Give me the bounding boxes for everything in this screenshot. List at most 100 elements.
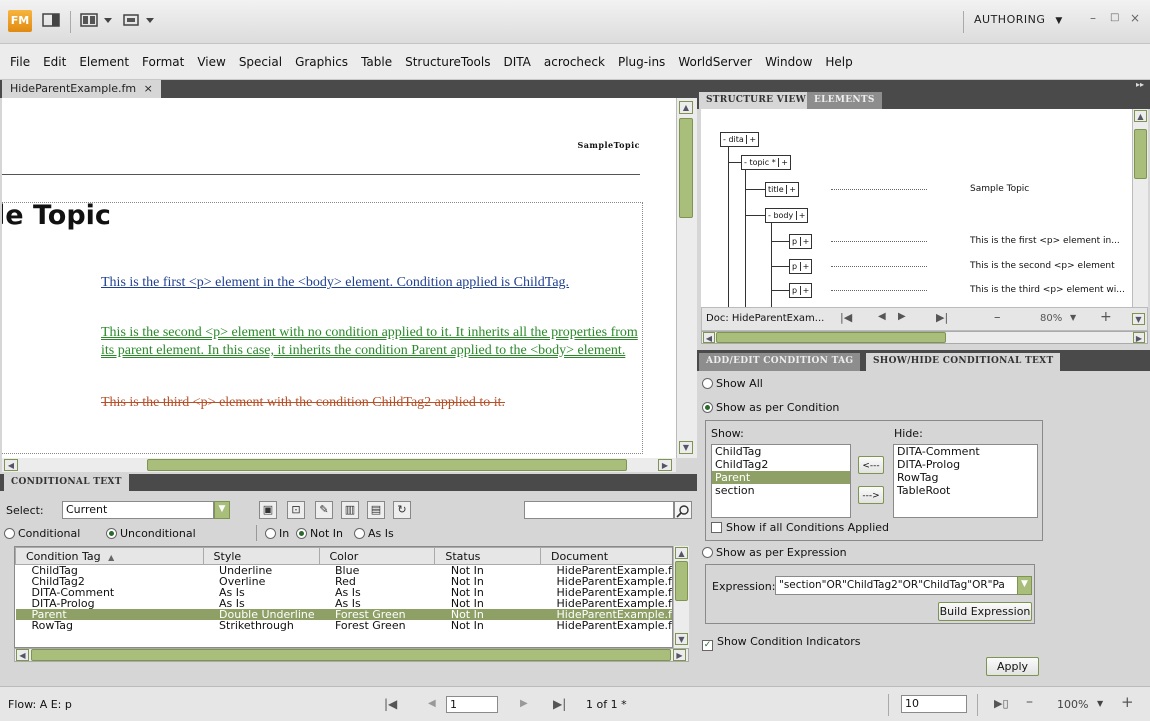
menu-window[interactable]: Window [765, 55, 812, 69]
apply-button[interactable]: Apply [986, 657, 1039, 676]
first-page-icon[interactable]: |◀ [840, 311, 852, 324]
close-icon[interactable]: × [144, 82, 153, 95]
tree-node-p[interactable]: p + [789, 283, 813, 298]
scrollbar-thumb[interactable] [716, 332, 946, 343]
last-page-icon[interactable]: ▶| [553, 697, 566, 711]
radio-in[interactable]: In [265, 527, 289, 540]
menu-element[interactable]: Element [79, 55, 129, 69]
scrollbar-thumb[interactable] [1134, 129, 1147, 179]
list-item[interactable]: ChildTag2 [712, 458, 850, 471]
list-item[interactable]: ChildTag [712, 445, 850, 458]
next-icon[interactable]: ▶ [898, 311, 906, 322]
close-button[interactable]: × [1130, 11, 1140, 25]
column-header[interactable]: Status [434, 547, 542, 565]
document-tab[interactable]: HideParentExample.fm × [2, 80, 161, 98]
tree-node-topic[interactable]: - topic * + [741, 155, 791, 170]
last-page-icon[interactable]: ▶| [936, 311, 948, 324]
table-row[interactable]: ChildTag Underline Blue Not In HideParentExa… [16, 565, 673, 577]
radio-show-per-condition[interactable]: Show as per Condition [702, 401, 839, 414]
collapse-panel-icon[interactable]: ▸▸ [1136, 80, 1144, 89]
tree-node-dita[interactable]: - dita + [720, 132, 760, 147]
radio-as-is[interactable]: As Is [354, 527, 394, 540]
scroll-right-icon[interactable]: ▶ [673, 649, 686, 661]
minimize-button[interactable]: – [1090, 11, 1096, 25]
edit-pencil-icon[interactable]: ✎ [315, 501, 333, 519]
structure-tree[interactable]: - dita + - topic * + title + - body + p … [701, 109, 1132, 307]
paragraph-1[interactable]: This is the first <p> element in the <bo… [101, 274, 621, 292]
scroll-down-icon[interactable]: ▼ [675, 633, 688, 645]
zoom-value[interactable]: 100% [1057, 698, 1088, 711]
radio-unconditional[interactable]: Unconditional [106, 527, 196, 540]
scrollbar-thumb[interactable] [147, 459, 627, 471]
list-item[interactable]: DITA-Prolog [894, 458, 1037, 471]
list-item[interactable]: TableRoot [894, 484, 1037, 497]
document-canvas[interactable]: SampleTopic le Topic This is the first <… [2, 98, 676, 458]
remove-condition-icon[interactable]: ⊡ [287, 501, 305, 519]
list-item-selected[interactable]: Parent [712, 471, 850, 484]
zoom-out-icon[interactable]: – [1026, 694, 1033, 710]
status-field[interactable]: 10 [901, 695, 967, 713]
workspace-switcher[interactable]: AUTHORING ▼ [974, 13, 1063, 26]
scroll-right-icon[interactable]: ▶ [658, 459, 672, 471]
scroll-left-icon[interactable]: ◀ [4, 459, 18, 471]
table-row[interactable]: DITA-Prolog As Is As Is Not In HideParentExa… [16, 598, 673, 609]
scroll-left-icon[interactable]: ◀ [703, 332, 715, 343]
build-expression-button[interactable]: Build Expression [938, 602, 1032, 621]
menu-plugins[interactable]: Plug-ins [618, 55, 665, 69]
search-input[interactable] [524, 501, 674, 519]
scroll-right-icon[interactable]: ▶ [1133, 332, 1145, 343]
menu-structuretools[interactable]: StructureTools [405, 55, 490, 69]
move-to-show-button[interactable]: <--- [858, 456, 884, 474]
tab-structure-view[interactable]: STRUCTURE VIEW [699, 92, 814, 109]
scroll-up-icon[interactable]: ▲ [1134, 110, 1147, 122]
page-number-field[interactable]: 1 [446, 696, 498, 713]
move-to-hide-button[interactable]: ---> [858, 486, 884, 504]
document-horizontal-scrollbar[interactable]: ◀ ▶ [2, 458, 676, 472]
show-list[interactable]: ChildTag ChildTag2 Parent section [711, 444, 851, 518]
tree-node-p[interactable]: p + [789, 234, 813, 249]
fit-page-icon[interactable]: ▶▯ [994, 697, 1009, 710]
scroll-down-icon[interactable]: ▼ [679, 441, 693, 454]
tree-node-body[interactable]: - body + [765, 208, 809, 223]
radio-conditional[interactable]: Conditional [4, 527, 80, 540]
search-icon[interactable] [674, 501, 692, 519]
scroll-down-icon[interactable]: ▼ [1132, 313, 1145, 325]
view-layout-icon[interactable] [80, 12, 114, 30]
menu-acrocheck[interactable]: acrocheck [544, 55, 605, 69]
chevron-down-icon[interactable]: ▼ [1097, 699, 1103, 708]
table-row[interactable]: DITA-Comment As Is As Is Not In HideParentEx… [16, 587, 673, 598]
list-item[interactable]: RowTag [894, 471, 1037, 484]
show-indicators-checkbox[interactable]: ✓ Show Condition Indicators [702, 635, 861, 651]
prev-page-icon[interactable]: ◀ [428, 698, 436, 709]
paragraph-3[interactable]: This is the third <p> element with the c… [101, 394, 646, 412]
paragraph-2[interactable]: This is the second <p> element with no c… [101, 324, 646, 360]
tab-conditional-text[interactable]: CONDITIONAL TEXT [4, 474, 129, 491]
table-row[interactable]: RowTag Strikethrough Forest Green Not In Hid… [16, 620, 673, 631]
menu-file[interactable]: File [10, 55, 30, 69]
tree-node-title[interactable]: title + [765, 182, 799, 197]
expression-field[interactable]: "section"OR"ChildTag2"OR"ChildTag"OR"Pa [775, 576, 1018, 595]
scrollbar-thumb[interactable] [675, 561, 688, 601]
column-header[interactable]: Color [318, 547, 436, 565]
chevron-down-icon[interactable]: ▼ [1070, 313, 1076, 322]
scrollbar-thumb[interactable] [31, 649, 671, 661]
column-header[interactable]: Document [540, 547, 672, 565]
scroll-up-icon[interactable]: ▲ [675, 547, 688, 559]
table-vertical-scrollbar[interactable]: ▲ ▼ [673, 546, 689, 648]
radio-show-per-expression[interactable]: Show as per Expression [702, 546, 847, 559]
first-page-icon[interactable]: |◀ [384, 697, 397, 711]
menu-format[interactable]: Format [142, 55, 184, 69]
scroll-left-icon[interactable]: ◀ [16, 649, 29, 661]
next-page-icon[interactable]: ▶ [520, 698, 528, 709]
menu-worldserver[interactable]: WorldServer [678, 55, 752, 69]
zoom-out-icon[interactable]: – [994, 310, 1001, 325]
chevron-down-icon[interactable]: ▼ [1017, 576, 1032, 595]
tab-add-edit-condition-tag[interactable]: ADD/EDIT CONDITION TAG [699, 353, 861, 371]
scrollbar-thumb[interactable] [679, 118, 693, 218]
list-item[interactable]: DITA-Comment [894, 445, 1037, 458]
select-dropdown[interactable]: Current [62, 501, 214, 519]
prev-icon[interactable]: ◀ [878, 311, 886, 322]
list-item[interactable]: section [712, 484, 850, 497]
menu-help[interactable]: Help [825, 55, 852, 69]
zoom-in-icon[interactable]: + [1100, 309, 1112, 325]
